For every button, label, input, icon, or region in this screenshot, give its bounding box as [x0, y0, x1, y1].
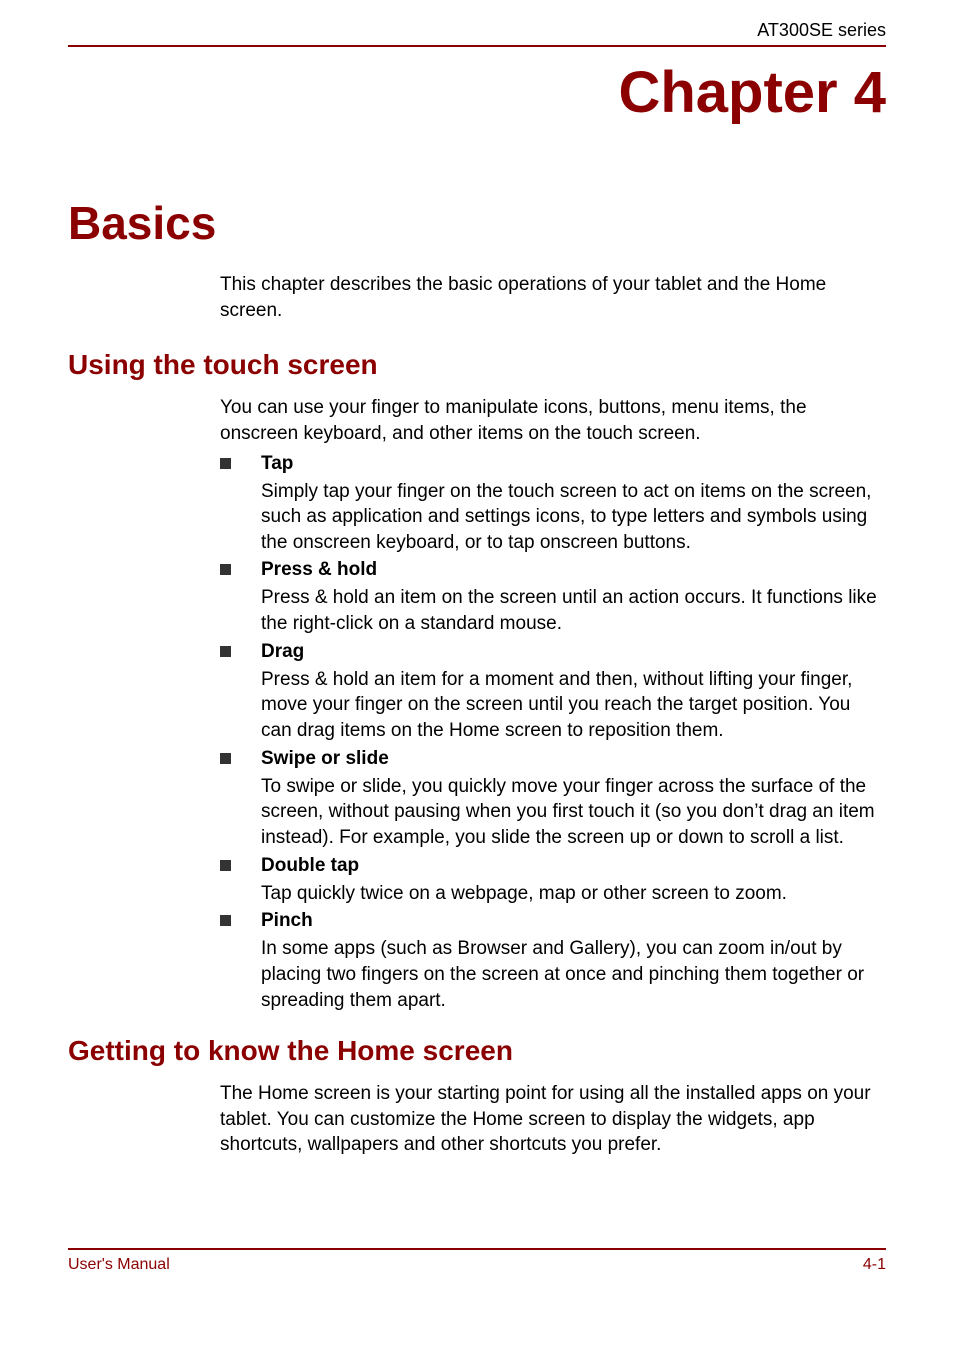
gesture-title: Drag: [261, 641, 304, 663]
list-item: Tap Simply tap your finger on the touch …: [220, 453, 886, 556]
gesture-desc: To swipe or slide, you quickly move your…: [261, 774, 886, 851]
header-product: AT300SE series: [68, 20, 886, 45]
list-item: Swipe or slide To swipe or slide, you qu…: [220, 748, 886, 851]
section-touch-intro: You can use your finger to manipulate ic…: [68, 395, 886, 446]
list-item: Press & hold Press & hold an item on the…: [220, 559, 886, 636]
bullet-icon: [220, 860, 231, 871]
gesture-desc: Press & hold an item on the screen until…: [261, 585, 886, 636]
gesture-title: Pinch: [261, 910, 313, 932]
gesture-list: Tap Simply tap your finger on the touch …: [68, 453, 886, 1014]
footer-right: 4-1: [863, 1256, 886, 1274]
list-item: Pinch In some apps (such as Browser and …: [220, 910, 886, 1013]
section-heading-home: Getting to know the Home screen: [68, 1035, 886, 1067]
gesture-title: Press & hold: [261, 559, 377, 581]
bullet-icon: [220, 646, 231, 657]
chapter-intro: This chapter describes the basic operati…: [68, 272, 886, 323]
gesture-desc: In some apps (such as Browser and Galler…: [261, 936, 886, 1013]
bullet-icon: [220, 458, 231, 469]
list-item: Double tap Tap quickly twice on a webpag…: [220, 855, 886, 907]
gesture-desc: Simply tap your finger on the touch scre…: [261, 479, 886, 556]
chapter-label: Chapter 4: [68, 59, 886, 126]
bullet-icon: [220, 915, 231, 926]
gesture-title: Tap: [261, 453, 293, 475]
chapter-title: Basics: [68, 196, 886, 250]
footer-rule: [68, 1248, 886, 1250]
bullet-icon: [220, 564, 231, 575]
list-item: Drag Press & hold an item for a moment a…: [220, 641, 886, 744]
footer-left: User's Manual: [68, 1256, 170, 1274]
header-rule: [68, 45, 886, 47]
section-heading-touch: Using the touch screen: [68, 349, 886, 381]
bullet-icon: [220, 753, 231, 764]
page-container: AT300SE series Chapter 4 Basics This cha…: [0, 0, 954, 1294]
footer: User's Manual 4-1: [68, 1248, 886, 1294]
gesture-title: Double tap: [261, 855, 359, 877]
gesture-title: Swipe or slide: [261, 748, 389, 770]
section-home-intro: The Home screen is your starting point f…: [68, 1081, 886, 1158]
gesture-desc: Tap quickly twice on a webpage, map or o…: [261, 881, 886, 907]
gesture-desc: Press & hold an item for a moment and th…: [261, 667, 886, 744]
